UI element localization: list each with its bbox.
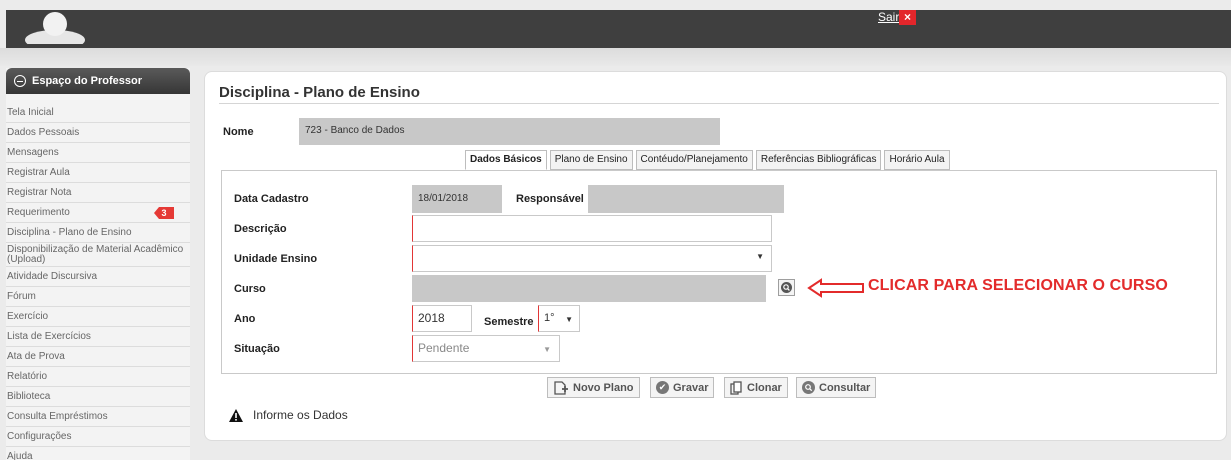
nome-field: 723 - Banco de Dados [299, 118, 720, 145]
form-box: Data Cadastro 18/01/2018 Responsável Des… [221, 170, 1217, 374]
chevron-down-icon: ▼ [543, 345, 551, 354]
unidade-ensino-label: Unidade Ensino [234, 253, 318, 265]
situacao-select[interactable]: Pendente ▼ [412, 335, 560, 362]
sidebar-item-plano-ensino[interactable]: Disciplina - Plano de Ensino [6, 223, 190, 243]
curso-field [412, 275, 766, 302]
clonar-button[interactable]: Clonar [724, 377, 788, 398]
annotation-text: CLICAR PARA SELECIONAR O CURSO [868, 277, 1168, 294]
sidebar-item-configuracoes[interactable]: Configurações [6, 427, 190, 447]
descricao-input[interactable] [412, 215, 772, 242]
logout-link[interactable]: Sair [878, 10, 899, 24]
collapse-icon[interactable] [14, 75, 26, 87]
data-cadastro-label: Data Cadastro [234, 193, 309, 205]
header-strip [0, 48, 1231, 66]
responsavel-field [588, 185, 784, 213]
search-icon [781, 282, 792, 293]
chevron-down-icon: ▼ [756, 252, 764, 261]
notification-badge: 3 [154, 207, 174, 219]
tab-dados-basicos[interactable]: Dados Básicos [465, 150, 547, 170]
data-cadastro-field: 18/01/2018 [412, 185, 502, 213]
search-course-icon[interactable] [778, 279, 795, 296]
tab-plano-ensino[interactable]: Plano de Ensino [549, 150, 633, 170]
sidebar: Espaço do Professor Tela Inicial Dados P… [6, 68, 190, 460]
nome-label: Nome [223, 126, 254, 138]
close-icon[interactable]: × [899, 10, 916, 25]
clone-icon [730, 380, 742, 395]
situacao-label: Situação [234, 343, 280, 355]
message-text: Informe os Dados [253, 408, 348, 422]
tab-horario-aula[interactable]: Horário Aula [884, 150, 950, 170]
tab-bar: Dados Básicos Plano de Ensino Contéudo/P… [465, 150, 950, 170]
curso-label: Curso [234, 283, 266, 295]
title-divider [219, 103, 1219, 104]
check-icon: ✔ [656, 381, 669, 394]
consultar-button[interactable]: Consultar [796, 377, 877, 398]
unidade-ensino-select[interactable]: ▼ [412, 245, 772, 272]
sidebar-item-exercicio[interactable]: Exercício [6, 307, 190, 327]
responsavel-label: Responsável [516, 193, 584, 205]
gravar-button[interactable]: ✔ Gravar [650, 377, 715, 398]
ano-label: Ano [234, 313, 256, 325]
ano-input[interactable]: 2018 [412, 305, 472, 332]
sidebar-item-biblioteca[interactable]: Biblioteca [6, 387, 190, 407]
sidebar-item-atividade-discursiva[interactable]: Atividade Discursiva [6, 267, 190, 287]
sidebar-item-tela-inicial[interactable]: Tela Inicial [6, 103, 190, 123]
sidebar-item-dados-pessoais[interactable]: Dados Pessoais [6, 123, 190, 143]
novo-plano-button[interactable]: Novo Plano [547, 377, 640, 398]
sidebar-item-mensagens[interactable]: Mensagens [6, 143, 190, 163]
sidebar-item-registrar-nota[interactable]: Registrar Nota [6, 183, 190, 203]
sidebar-title: Espaço do Professor [32, 75, 143, 87]
descricao-label: Descrição [234, 223, 287, 235]
sidebar-item-requerimento[interactable]: Requerimento 3 [6, 203, 190, 223]
tab-referencias[interactable]: Referências Bibliográficas [755, 150, 882, 170]
chevron-down-icon: ▼ [565, 315, 573, 324]
sidebar-item-registrar-aula[interactable]: Registrar Aula [6, 163, 190, 183]
arrow-left-icon [807, 278, 864, 298]
search-icon [802, 381, 815, 394]
sidebar-item-material-upload[interactable]: Disponibilização de Material Acadêmico (… [6, 243, 190, 267]
semestre-select[interactable]: 1° ▼ [538, 305, 580, 332]
semestre-label: Semestre [484, 316, 534, 328]
sidebar-item-lista-exercicios[interactable]: Lista de Exercícios [6, 327, 190, 347]
sidebar-item-relatorio[interactable]: Relatório [6, 367, 190, 387]
sidebar-item-forum[interactable]: Fórum [6, 287, 190, 307]
sidebar-item-consulta-emprestimos[interactable]: Consulta Empréstimos [6, 407, 190, 427]
warning-icon [229, 408, 243, 422]
sidebar-item-ata-prova[interactable]: Ata de Prova [6, 347, 190, 367]
sidebar-header[interactable]: Espaço do Professor [6, 68, 190, 94]
main-panel: Disciplina - Plano de Ensino Nome 723 - … [204, 71, 1227, 441]
top-bar: Sair × [6, 10, 1231, 48]
user-avatar [25, 12, 85, 44]
sidebar-item-ajuda[interactable]: Ajuda [6, 447, 190, 460]
new-document-icon [554, 380, 568, 395]
sidebar-menu: Tela Inicial Dados Pessoais Mensagens Re… [6, 94, 190, 460]
tab-conteudo-planejamento[interactable]: Contéudo/Planejamento [635, 150, 753, 170]
info-message: Informe os Dados [229, 408, 348, 422]
page-title: Disciplina - Plano de Ensino [219, 84, 420, 101]
